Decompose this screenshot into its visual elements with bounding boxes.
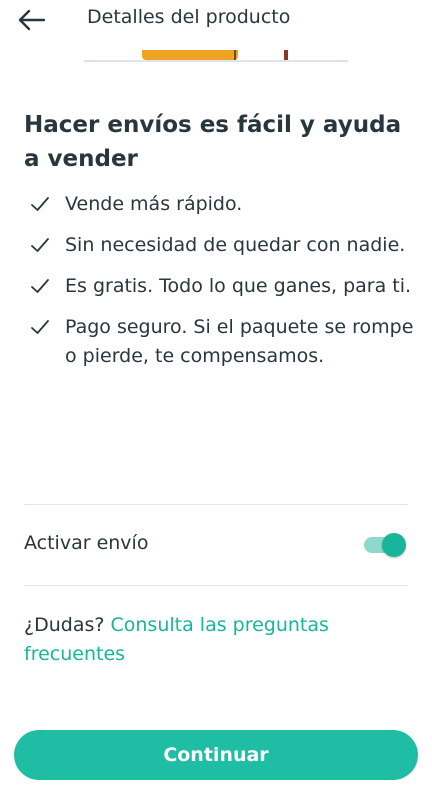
shipping-illustration <box>84 50 348 64</box>
illustration-post <box>284 50 288 60</box>
benefits-list: Vende más rápido. Sin necesidad de queda… <box>24 190 416 371</box>
benefit-text: Vende más rápido. <box>65 193 243 215</box>
benefit-text: Es gratis. Todo lo que ganes, para ti. <box>65 275 412 297</box>
check-icon <box>31 279 49 293</box>
back-button[interactable] <box>14 4 54 36</box>
illustration-package-stripe <box>234 50 236 60</box>
benefit-item: Vende más rápido. <box>24 190 416 219</box>
benefit-item: Sin necesidad de quedar con nadie. <box>24 231 416 260</box>
illustration-package <box>142 50 238 60</box>
arrow-left-icon <box>18 9 46 31</box>
shipping-toggle-label: Activar envío <box>24 532 149 554</box>
continue-button[interactable]: Continuar <box>14 730 418 780</box>
benefit-text: Pago seguro. Si el paquete se rompe o pi… <box>65 316 414 367</box>
shipping-heading: Hacer envíos es fácil y ayuda a vender <box>24 112 402 172</box>
faq-text: ¿Dudas? Consulta las preguntas frecuente… <box>24 611 416 669</box>
divider <box>24 585 408 586</box>
divider <box>24 504 408 505</box>
benefit-text: Sin necesidad de quedar con nadie. <box>65 234 406 256</box>
benefit-item: Pago seguro. Si el paquete se rompe o pi… <box>24 313 416 371</box>
shipping-toggle-row: Activar envío <box>24 520 408 570</box>
check-icon <box>31 197 49 211</box>
check-icon <box>31 238 49 252</box>
toggle-knob <box>382 533 406 557</box>
check-icon <box>31 320 49 334</box>
top-app-bar: Detalles del producto <box>0 0 432 44</box>
illustration-ground-line <box>84 60 348 62</box>
shipping-toggle-switch[interactable] <box>364 533 406 557</box>
benefit-item: Es gratis. Todo lo que ganes, para ti. <box>24 272 416 301</box>
faq-prefix: ¿Dudas? <box>24 614 105 636</box>
page-title: Detalles del producto <box>87 6 291 28</box>
